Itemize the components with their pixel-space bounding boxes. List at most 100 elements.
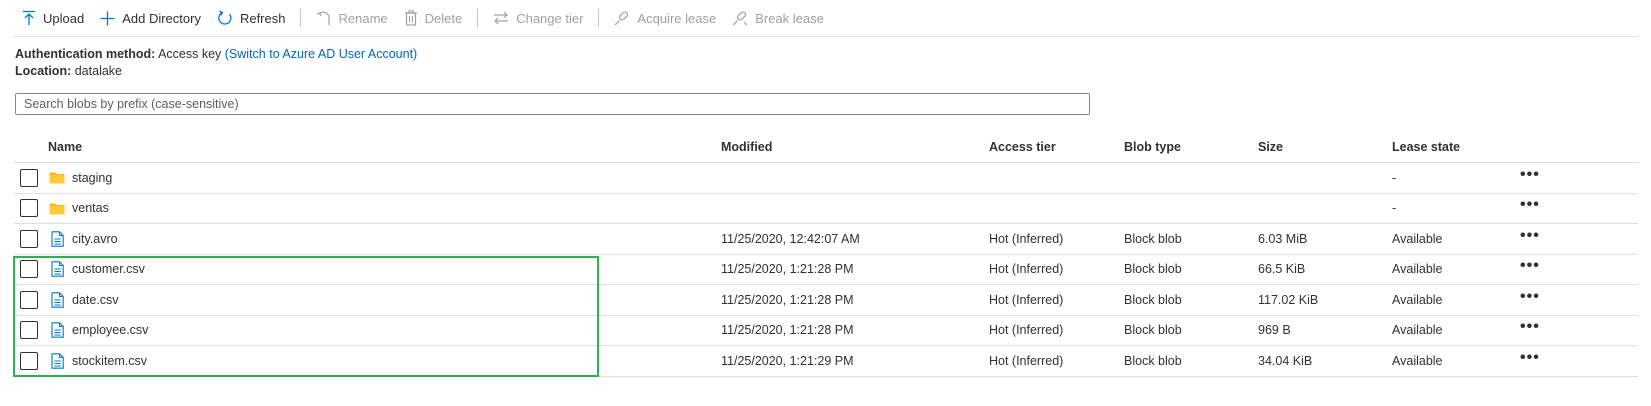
name-cell[interactable]: staging (48, 163, 112, 193)
table-row[interactable]: city.avro 11/25/2020, 12:42:07 AM Hot (Inf… (14, 224, 1638, 255)
more-options-icon[interactable]: ••• (1520, 227, 1540, 250)
more-options-icon[interactable]: ••• (1520, 288, 1540, 311)
more-actions-cell: ••• (1520, 346, 1540, 376)
switch-auth-link[interactable]: (Switch to Azure AD User Account) (225, 47, 417, 61)
column-header-blob-type[interactable]: Blob type (1124, 131, 1181, 162)
plus-icon (100, 11, 115, 25)
table-row[interactable]: date.csv 11/25/2020, 1:21:28 PM Hot (Infer… (14, 285, 1638, 316)
command-bar: Upload Add Directory Refresh Rename Dele… (14, 0, 1638, 37)
file-icon (48, 352, 66, 370)
trash-icon (404, 10, 417, 26)
column-header-modified[interactable]: Modified (721, 131, 772, 162)
column-header-access-tier[interactable]: Access tier (989, 131, 1056, 162)
refresh-button[interactable]: Refresh (209, 0, 294, 37)
row-checkbox-cell (20, 163, 38, 193)
link-icon (614, 11, 629, 26)
lease-state-cell: Available (1392, 323, 1443, 338)
location-key: Location: (15, 64, 72, 78)
more-actions-cell: ••• (1520, 255, 1540, 285)
more-options-icon[interactable]: ••• (1520, 319, 1540, 341)
modified-cell: 11/25/2020, 12:42:07 AM (721, 231, 860, 246)
blob-type-cell: Block blob (1124, 262, 1182, 277)
upload-icon (23, 10, 35, 25)
auth-method-key: Authentication method: (15, 47, 156, 61)
more-options-icon[interactable]: ••• (1520, 166, 1540, 189)
access-tier-cell: Hot (Inferred) (989, 292, 1064, 307)
modified-cell: 11/25/2020, 1:21:28 PM (721, 323, 854, 338)
blob-name[interactable]: customer.csv (72, 262, 145, 276)
add-directory-button[interactable]: Add Directory (92, 0, 209, 37)
row-checkbox[interactable] (20, 351, 38, 370)
blob-name[interactable]: ventas (72, 201, 109, 215)
blob-name[interactable]: employee.csv (72, 323, 148, 337)
row-checkbox[interactable] (20, 260, 38, 279)
more-actions-cell: ••• (1520, 316, 1540, 346)
blob-name[interactable]: stockitem.csv (72, 354, 147, 368)
name-cell[interactable]: stockitem.csv (48, 346, 147, 376)
column-header-size[interactable]: Size (1258, 131, 1283, 162)
row-checkbox-cell (20, 285, 38, 315)
change-tier-label: Change tier (516, 10, 584, 26)
column-header-lease-state[interactable]: Lease state (1392, 131, 1460, 162)
broken-link-icon (732, 11, 748, 26)
more-options-icon[interactable]: ••• (1520, 197, 1540, 219)
file-icon (48, 321, 66, 339)
more-options-icon[interactable]: ••• (1520, 349, 1540, 372)
folder-icon (48, 199, 66, 217)
break-lease-label: Break lease (755, 10, 824, 26)
name-cell[interactable]: employee.csv (48, 316, 148, 346)
refresh-icon (218, 10, 232, 25)
add-directory-label: Add Directory (122, 10, 201, 26)
delete-label: Delete (424, 10, 463, 26)
acquire-lease-button[interactable]: Acquire lease (606, 0, 724, 37)
search-blobs-input[interactable] (15, 93, 1090, 115)
lease-state-cell: - (1392, 170, 1397, 185)
lease-state-cell: Available (1392, 262, 1443, 277)
table-row[interactable]: stockitem.csv 11/25/2020, 1:21:29 PM Hot (… (14, 346, 1638, 377)
rename-label: Rename (338, 10, 388, 26)
change-tier-button[interactable]: Change tier (485, 0, 591, 37)
name-cell[interactable]: customer.csv (48, 255, 145, 285)
acquire-lease-label: Acquire lease (637, 10, 717, 26)
row-checkbox[interactable] (20, 168, 38, 187)
blob-name[interactable]: date.csv (72, 293, 119, 307)
row-checkbox-cell (20, 346, 38, 376)
row-checkbox-cell (20, 194, 38, 224)
table-row[interactable]: ventas - ••• (14, 194, 1638, 224)
file-icon (48, 291, 66, 309)
name-cell[interactable]: ventas (48, 194, 109, 224)
delete-button[interactable]: Delete (396, 0, 471, 37)
blob-name[interactable]: city.avro (72, 232, 118, 246)
table-row[interactable]: customer.csv 11/25/2020, 1:21:28 PM Hot (I… (14, 255, 1638, 285)
location-value: datalake (74, 64, 122, 78)
row-checkbox[interactable] (20, 229, 38, 248)
blob-type-cell: Block blob (1124, 323, 1182, 338)
lease-state-cell: Available (1392, 292, 1443, 307)
file-icon (48, 230, 66, 248)
modified-cell: 11/25/2020, 1:21:28 PM (721, 292, 854, 307)
row-checkbox-cell (20, 316, 38, 346)
lease-state-cell: - (1392, 201, 1397, 216)
column-header-name[interactable]: Name (48, 131, 82, 162)
toolbar-divider (598, 9, 600, 27)
name-cell[interactable]: city.avro (48, 224, 118, 254)
folder-icon (48, 169, 66, 187)
row-checkbox[interactable] (20, 290, 38, 309)
row-checkbox[interactable] (20, 321, 38, 340)
row-checkbox[interactable] (20, 199, 38, 218)
upload-button[interactable]: Upload (14, 0, 92, 37)
blob-type-cell: Block blob (1124, 231, 1182, 246)
blob-name[interactable]: staging (72, 171, 112, 185)
table-row[interactable]: staging - ••• (14, 163, 1638, 194)
size-cell: 117.02 KiB (1258, 292, 1319, 307)
name-cell[interactable]: date.csv (48, 285, 119, 315)
lease-state-cell: Available (1392, 353, 1443, 368)
table-body: staging - ••• ventas - ••• city.avro 11/25/2020… (14, 163, 1638, 377)
rename-button[interactable]: Rename (308, 0, 395, 37)
rename-icon (317, 11, 331, 25)
more-options-icon[interactable]: ••• (1520, 258, 1540, 280)
break-lease-button[interactable]: Break lease (724, 0, 832, 37)
access-tier-cell: Hot (Inferred) (989, 353, 1064, 368)
access-tier-cell: Hot (Inferred) (989, 323, 1064, 338)
table-row[interactable]: employee.csv 11/25/2020, 1:21:28 PM Hot (I… (14, 316, 1638, 346)
